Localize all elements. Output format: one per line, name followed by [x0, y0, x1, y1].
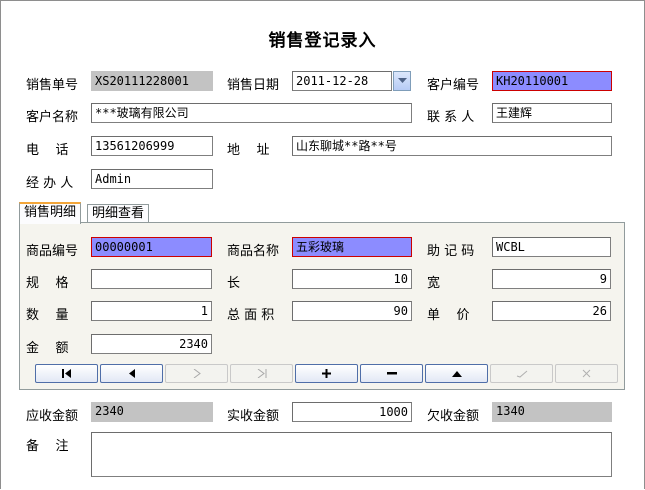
price-label: 单 价 — [427, 308, 470, 323]
amount-field[interactable]: 2340 — [91, 334, 212, 354]
delete-icon — [386, 372, 397, 375]
address-field[interactable]: 山东聊城**路**号 — [292, 136, 612, 156]
contact-label: 联 系 人 — [427, 110, 475, 125]
received-label: 实收金额 — [227, 409, 280, 424]
next-record-button[interactable] — [165, 364, 228, 383]
received-field[interactable]: 1000 — [292, 402, 412, 422]
area-field[interactable]: 90 — [292, 301, 412, 321]
handler-field[interactable]: Admin — [91, 169, 213, 189]
first-icon — [61, 369, 71, 378]
qty-field[interactable]: 1 — [91, 301, 212, 321]
add-icon — [322, 369, 331, 378]
customer-no-label: 客户编号 — [427, 78, 480, 93]
sale-no-label: 销售单号 — [26, 78, 79, 93]
customer-no-field[interactable]: KH20110001 — [492, 71, 612, 91]
sale-date-label: 销售日期 — [227, 78, 280, 93]
contact-field[interactable]: 王建辉 — [492, 103, 612, 123]
length-field[interactable]: 10 — [292, 269, 412, 289]
owed-label: 欠收金额 — [427, 409, 480, 424]
spec-field[interactable] — [91, 269, 212, 289]
remark-textarea[interactable] — [91, 432, 612, 477]
edit-record-button[interactable] — [425, 364, 488, 383]
first-record-button[interactable] — [35, 364, 98, 383]
product-name-label: 商品名称 — [227, 244, 280, 259]
chevron-down-icon — [397, 78, 407, 83]
form-title: 销售登记录入 — [268, 31, 377, 51]
next-icon — [193, 369, 201, 378]
phone-label: 电 话 — [26, 143, 69, 158]
width-label: 宽 — [427, 276, 441, 291]
owed-field: 1340 — [492, 402, 612, 422]
add-record-button[interactable] — [295, 364, 358, 383]
sale-date-field[interactable]: 2011-12-28 — [292, 71, 392, 91]
customer-name-label: 客户名称 — [26, 110, 79, 125]
prev-record-button[interactable] — [100, 364, 163, 383]
up-icon — [451, 370, 462, 377]
phone-field[interactable]: 13561206999 — [91, 136, 213, 156]
mnemonic-label: 助 记 码 — [427, 244, 475, 259]
qty-label: 数 量 — [26, 308, 69, 323]
date-dropdown-button[interactable] — [393, 71, 411, 91]
prev-icon — [128, 369, 135, 378]
tab-sales-detail[interactable]: 销售明细 — [19, 202, 82, 224]
spec-label: 规 格 — [26, 276, 69, 291]
last-icon — [257, 369, 266, 378]
last-record-button[interactable] — [230, 364, 293, 383]
receivable-label: 应收金额 — [26, 409, 79, 424]
receivable-field: 2340 — [91, 402, 213, 422]
tab-detail-view[interactable]: 明细查看 — [87, 204, 150, 224]
width-field[interactable]: 9 — [492, 269, 611, 289]
confirm-icon — [516, 370, 527, 378]
save-record-button[interactable] — [490, 364, 553, 383]
price-field[interactable]: 26 — [492, 301, 611, 321]
cancel-icon — [582, 369, 591, 378]
amount-label: 金 额 — [26, 341, 69, 356]
handler-label: 经 办 人 — [26, 176, 74, 191]
customer-name-field[interactable]: ***玻璃有限公司 — [91, 103, 412, 123]
remark-label: 备 注 — [26, 439, 69, 454]
address-label: 地 址 — [227, 143, 270, 158]
product-no-label: 商品编号 — [26, 244, 79, 259]
area-label: 总 面 积 — [227, 308, 275, 323]
mnemonic-field[interactable]: WCBL — [492, 237, 611, 257]
product-no-field[interactable]: 00000001 — [91, 237, 212, 257]
delete-record-button[interactable] — [360, 364, 423, 383]
length-label: 长 — [227, 276, 241, 291]
product-name-field[interactable]: 五彩玻璃 — [292, 237, 412, 257]
sale-no-field: XS20111228001 — [91, 71, 213, 91]
cancel-record-button[interactable] — [555, 364, 618, 383]
